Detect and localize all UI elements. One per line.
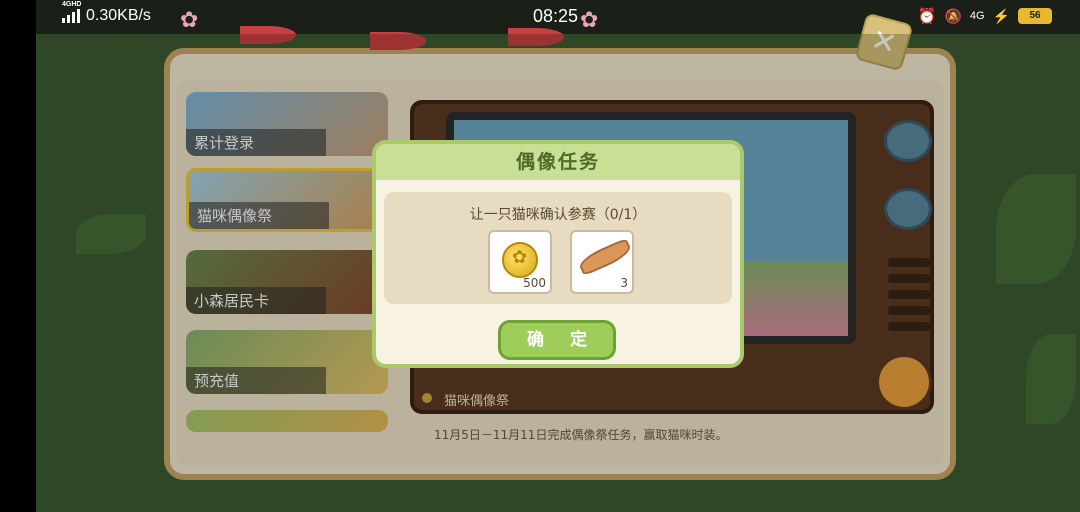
tv-speaker-slot [888, 306, 930, 315]
tv-speaker-slot [888, 258, 930, 267]
dried-fish-icon [576, 237, 634, 277]
reward-item-fish[interactable]: 3 [570, 230, 634, 294]
confirm-button[interactable]: 确 定 [498, 320, 616, 360]
sidebar-tab-precharge[interactable]: 预充值 [186, 330, 388, 394]
bunting-decoration: ✿ ✿ [180, 8, 780, 52]
reward-item-coin[interactable]: 500 [488, 230, 552, 294]
task-box: 让一只猫咪确认参赛（0/1） 500 3 [384, 192, 732, 304]
koinobori-icon [240, 26, 296, 44]
tv-speaker-slot [888, 322, 930, 331]
sidebar-tab-login[interactable]: 累计登录 [186, 92, 388, 156]
tab-label: 预充值 [186, 367, 326, 394]
mobile-data-label: 4G [969, 10, 985, 22]
tab-label: 累计登录 [186, 129, 326, 156]
network-indicator: 4GHD 0.30KB/s [62, 1, 151, 25]
tv-knob-bottom [884, 188, 932, 230]
idol-task-dialog: 偶像任务 让一只猫咪确认参赛（0/1） 500 3 确 定 [372, 140, 744, 368]
battery-icon: 56 [1018, 8, 1052, 24]
reward-count: 3 [620, 276, 628, 290]
tv-indicator-icon [422, 393, 432, 403]
signal-icon: 4GHD [62, 1, 81, 23]
tab-banner-image [186, 410, 388, 432]
leaf-decoration [76, 214, 146, 254]
dialog-title: 偶像任务 [376, 144, 740, 180]
tab-label: 小森居民卡 [186, 287, 326, 314]
network-speed: 0.30KB/s [86, 7, 151, 24]
tv-speaker-slot [888, 290, 930, 299]
event-name-label: 猫咪偶像祭 [444, 394, 510, 409]
reward-count: 500 [523, 276, 546, 290]
koinobori-icon [370, 32, 426, 50]
sidebar-tab-cat-idol[interactable]: 猫咪偶像祭 [186, 168, 388, 232]
tab-label: 猫咪偶像祭 [189, 202, 329, 229]
gold-coin-icon [502, 242, 538, 278]
sidebar-tab-resident-card[interactable]: 小森居民卡 [186, 250, 388, 314]
sidebar-tab-more[interactable] [186, 410, 388, 432]
event-description: 11月5日－11月11日完成偶像祭任务，赢取猫咪时装。 [434, 428, 728, 442]
leaf-decoration [1026, 334, 1076, 424]
koinobori-icon [508, 28, 564, 46]
sakura-icon: ✿ [180, 8, 199, 33]
screen-left-edge [0, 0, 36, 512]
sakura-icon: ✿ [580, 8, 599, 33]
task-description: 让一只猫咪确认参赛（0/1） [469, 207, 647, 223]
leaf-decoration [996, 174, 1076, 284]
tv-speaker-slot [888, 274, 930, 283]
cat-avatar-button[interactable] [876, 354, 932, 410]
tv-knob-top [884, 120, 932, 162]
charging-icon: ⚡ [992, 7, 1010, 24]
mute-icon: 🔕 [944, 7, 962, 24]
alarm-icon: ⏰ [917, 8, 937, 25]
tv-scene-flowers [742, 262, 848, 336]
status-icons: ⏰ 🔕 4G ⚡ 56 [918, 7, 1052, 25]
